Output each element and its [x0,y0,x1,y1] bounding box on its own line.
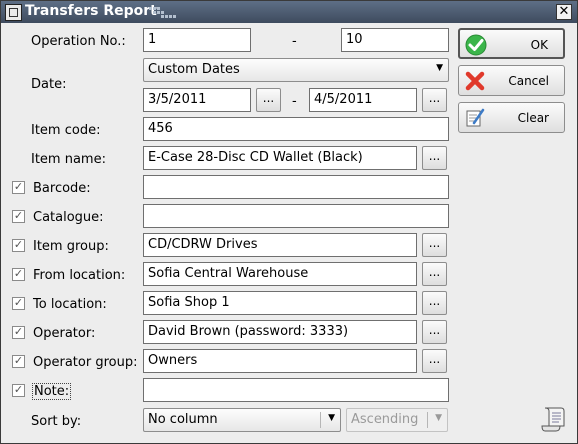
operator-group-label: Operator group: [33,355,138,370]
clear-form-icon [466,108,485,127]
ok-label: OK [530,38,548,52]
window-title: Transfers Report [25,3,157,19]
operator-input[interactable]: David Brown (password: 3333) [143,320,417,344]
sort-by-label: Sort by: [31,414,82,429]
item-group-checkbox[interactable]: ✓ [12,239,25,252]
item-name-label: Item name: [31,152,106,167]
item-group-label: Item group: [33,239,109,254]
note-input[interactable] [143,378,449,402]
date-label: Date: [31,77,67,92]
from-location-browse-button[interactable]: ... [422,262,447,286]
note-checkbox[interactable]: ✓ [12,384,25,397]
cancel-x-icon [465,71,485,91]
cancel-label: Cancel [508,74,549,88]
report-scroll-icon [541,407,565,432]
cancel-button[interactable]: Cancel [458,65,565,96]
select-separator [320,412,321,428]
sort-direction-select: Ascending ▼ [346,408,448,432]
checkmark-icon [465,34,487,56]
item-group-browse-button[interactable]: ... [422,233,447,257]
date-from-input[interactable]: 3/5/2011 [143,88,251,112]
date-mode-select[interactable]: Custom Dates ▼ [143,58,449,82]
operator-group-input[interactable]: Owners [143,349,417,373]
ok-button[interactable]: OK [458,28,565,59]
sort-direction-value: Ascending [351,412,419,427]
clear-button[interactable]: Clear [458,102,565,133]
operator-group-browse-button[interactable]: ... [422,349,447,373]
operation-from-input[interactable]: 1 [143,28,251,52]
operator-checkbox[interactable]: ✓ [12,326,25,339]
item-group-input[interactable]: CD/CDRW Drives [143,233,417,257]
transfers-report-window: Transfers Report ✕ Operation No.: 1 - 10… [0,0,578,444]
catalogue-input[interactable] [143,204,449,228]
to-location-checkbox[interactable]: ✓ [12,297,25,310]
from-location-input[interactable]: Sofia Central Warehouse [143,262,417,286]
note-label: Note: [32,383,72,400]
date-to-picker-button[interactable]: ... [422,88,447,112]
to-location-label: To location: [33,297,107,312]
catalogue-label: Catalogue: [33,210,104,225]
barcode-label: Barcode: [33,181,91,196]
sort-column-select[interactable]: No column ▼ [143,408,341,432]
date-to-input[interactable]: 4/5/2011 [309,88,417,112]
date-mode-value: Custom Dates [148,62,240,77]
chevron-down-icon: ▼ [436,63,443,73]
window-menu-icon[interactable] [5,4,22,21]
operator-group-checkbox[interactable]: ✓ [12,355,25,368]
to-location-input[interactable]: Sofia Shop 1 [143,291,417,315]
to-location-browse-button[interactable]: ... [422,291,447,315]
item-code-input[interactable]: 456 [143,117,449,141]
sort-column-value: No column [148,412,218,427]
item-name-input[interactable]: E-Case 28-Disc CD Wallet (Black) [143,146,417,170]
item-code-label: Item code: [31,123,101,138]
item-name-browse-button[interactable]: ... [422,146,447,170]
date-range-dash: - [292,94,297,109]
barcode-input[interactable] [143,175,449,199]
title-bar[interactable]: Transfers Report ✕ [1,1,577,23]
operation-to-input[interactable]: 10 [341,28,449,52]
chevron-down-icon: ▼ [328,413,335,423]
close-button[interactable]: ✕ [556,4,572,20]
select-separator [427,412,428,428]
date-from-picker-button[interactable]: ... [256,88,281,112]
chevron-down-icon: ▼ [435,413,442,423]
operation-range-dash: - [292,34,297,49]
operator-browse-button[interactable]: ... [422,320,447,344]
clear-label: Clear [517,111,549,125]
operator-label: Operator: [33,326,96,341]
operation-no-label: Operation No.: [31,34,126,49]
from-location-label: From location: [33,268,126,283]
barcode-checkbox[interactable]: ✓ [12,181,25,194]
catalogue-checkbox[interactable]: ✓ [12,210,25,223]
from-location-checkbox[interactable]: ✓ [12,268,25,281]
